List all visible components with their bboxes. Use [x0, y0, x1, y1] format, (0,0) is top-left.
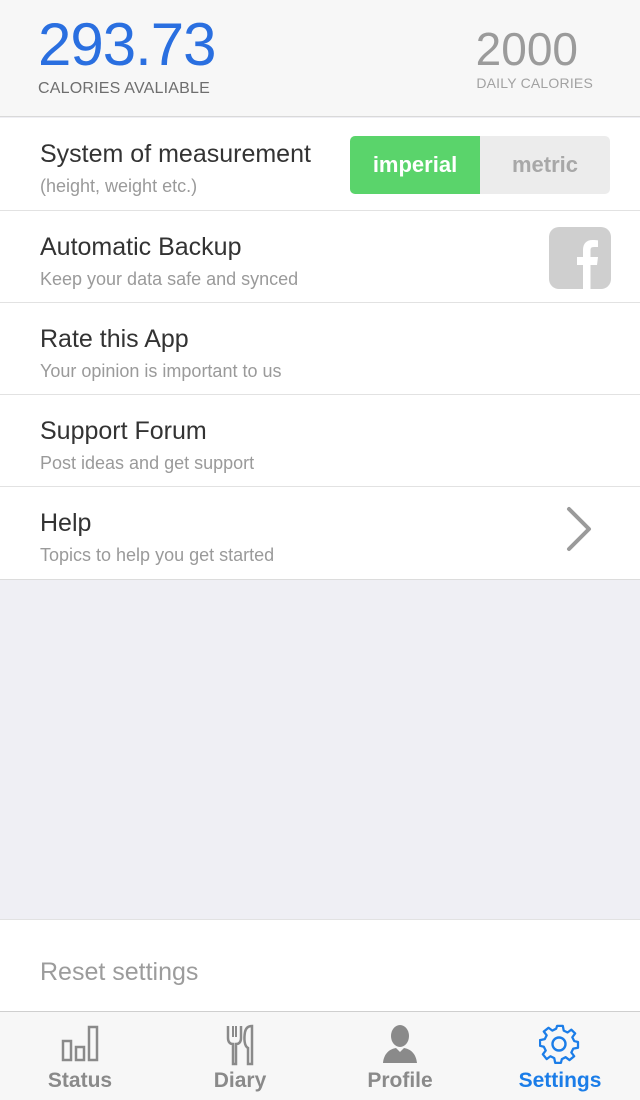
daily-calories-label: DAILY CALORIES — [476, 75, 593, 91]
tab-label: Profile — [367, 1069, 433, 1092]
tab-diary[interactable]: Diary — [160, 1012, 320, 1100]
row-subtitle: Topics to help you get started — [40, 545, 275, 565]
measurement-segmented-control: imperial metric — [350, 136, 610, 194]
settings-row-forum[interactable]: Support Forum Post ideas and get support — [0, 395, 640, 487]
daily-calories-value[interactable]: 2000 — [476, 24, 578, 74]
tab-profile[interactable]: Profile — [320, 1012, 480, 1100]
reset-settings-button[interactable]: Reset settings — [0, 919, 640, 1011]
row-title: System of measurement — [40, 140, 311, 168]
row-subtitle: Your opinion is important to us — [40, 361, 282, 381]
settings-row-help[interactable]: Help Topics to help you get started — [0, 487, 640, 579]
segment-metric[interactable]: metric — [480, 136, 610, 194]
tab-settings[interactable]: Settings — [480, 1012, 640, 1100]
settings-row-measurement: System of measurement (height, weight et… — [0, 118, 640, 211]
settings-list: System of measurement (height, weight et… — [0, 118, 640, 580]
calories-available-value: 293.73 — [38, 11, 217, 78]
settings-row-rate[interactable]: Rate this App Your opinion is important … — [0, 303, 640, 395]
tab-label: Status — [47, 1069, 113, 1092]
bar-chart-icon — [61, 1025, 99, 1062]
fork-knife-icon — [226, 1024, 254, 1066]
tab-label: Settings — [518, 1069, 602, 1092]
calorie-header: 293.73 CALORIES AVALIABLE 2000 DAILY CAL… — [0, 0, 640, 117]
row-title: Rate this App — [40, 325, 189, 353]
row-title: Support Forum — [40, 417, 207, 445]
tab-label: Diary — [213, 1069, 267, 1092]
row-subtitle: Post ideas and get support — [40, 453, 255, 473]
row-subtitle: (height, weight etc.) — [40, 176, 198, 196]
row-subtitle: Keep your data safe and synced — [40, 269, 299, 289]
row-title: Help — [40, 509, 92, 537]
user-icon — [383, 1025, 417, 1063]
calories-available-label: CALORIES AVALIABLE — [38, 80, 210, 97]
tab-status[interactable]: Status — [0, 1012, 160, 1100]
chevron-right-icon — [567, 507, 591, 551]
segment-imperial[interactable]: imperial — [350, 136, 480, 194]
facebook-icon[interactable] — [549, 227, 611, 289]
settings-row-backup[interactable]: Automatic Backup Keep your data safe and… — [0, 211, 640, 303]
gear-icon — [539, 1024, 580, 1065]
tab-bar: Status Diary Profile Settings — [0, 1011, 640, 1100]
reset-settings-label: Reset settings — [40, 958, 199, 986]
row-title: Automatic Backup — [40, 233, 242, 261]
